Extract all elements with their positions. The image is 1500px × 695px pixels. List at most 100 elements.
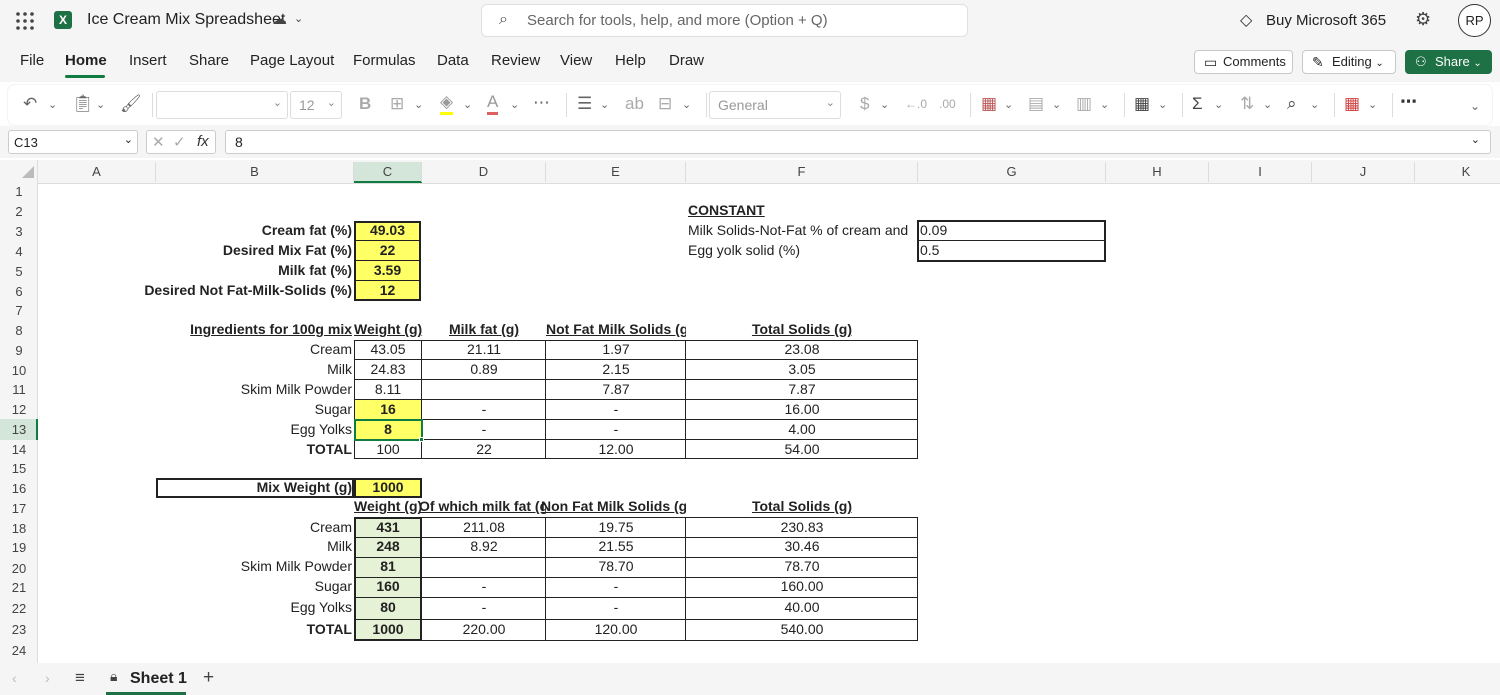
column-header-i[interactable]: I — [1209, 162, 1312, 182]
column-header-j[interactable]: J — [1312, 162, 1415, 182]
scroll-left-icon[interactable]: ‹ — [12, 670, 17, 686]
t1-weight[interactable]: 43.05 — [354, 340, 422, 359]
expand-chevron-icon[interactable]: ⌄ — [1471, 133, 1480, 146]
tab-help[interactable]: Help — [615, 52, 646, 69]
row-header-3[interactable]: 3 — [0, 222, 38, 242]
t1-snf[interactable]: 1.97 — [546, 340, 686, 359]
tab-view[interactable]: View — [560, 52, 592, 69]
wrap-text-icon[interactable]: ab — [625, 94, 644, 114]
row-header-20[interactable]: 20 — [0, 559, 38, 579]
t2-milkfat[interactable]: 220.00 — [422, 620, 546, 639]
t2-snf[interactable]: 78.70 — [546, 557, 686, 576]
cloud-save-icon[interactable]: ☁ — [272, 10, 287, 28]
addins-icon[interactable]: ▦ — [1344, 94, 1360, 114]
insert-chevron-icon[interactable]: ⌄ — [1158, 95, 1167, 115]
tab-data[interactable]: Data — [437, 52, 469, 69]
row-header-22[interactable]: 22 — [0, 599, 38, 619]
worksheet-grid[interactable]: A B C D E F G H I J K 1 2 3 4 5 6 7 8 9 … — [0, 160, 1500, 663]
column-header-g[interactable]: G — [918, 162, 1106, 182]
comments-button[interactable]: ▭ Comments — [1194, 50, 1293, 74]
t2-total[interactable]: 230.83 — [686, 518, 918, 537]
row-header-19[interactable]: 19 — [0, 538, 38, 558]
name-box[interactable]: C13 ⌄ — [8, 130, 138, 154]
row-header-5[interactable]: 5 — [0, 262, 38, 282]
align-icon[interactable]: ☰ — [577, 94, 592, 114]
t1-total[interactable]: 4.00 — [686, 420, 918, 439]
number-format-dropdown[interactable]: General ⌄ — [709, 91, 841, 119]
tab-page-layout[interactable]: Page Layout — [250, 52, 334, 69]
t1-total[interactable]: 7.87 — [686, 380, 918, 399]
sheet-tab-active[interactable]: 🔒︎ Sheet 1 — [106, 663, 187, 695]
find-icon[interactable]: ⌕ — [1287, 94, 1297, 114]
row-header-23[interactable]: 23 — [0, 620, 38, 640]
row-header-17[interactable]: 17 — [0, 499, 38, 519]
fill-chevron-icon[interactable]: ⌄ — [463, 95, 472, 115]
find-chevron-icon[interactable]: ⌄ — [1310, 95, 1319, 115]
t1-snf[interactable]: - — [546, 420, 686, 439]
cell-styles-icon[interactable]: ▥ — [1076, 94, 1092, 114]
borders-chevron-icon[interactable]: ⌄ — [414, 95, 423, 115]
t1-milkfat[interactable]: 21.11 — [422, 340, 546, 359]
document-title[interactable]: Ice Cream Mix Spreadsheet — [87, 11, 285, 29]
tab-insert[interactable]: Insert — [129, 52, 167, 69]
title-chevron-down-icon[interactable]: ⌄ — [294, 12, 303, 25]
constant-snf-value[interactable]: 0.09 — [920, 221, 947, 240]
settings-gear-icon[interactable]: ⚙ — [1415, 9, 1431, 30]
autosum-chevron-icon[interactable]: ⌄ — [1214, 95, 1223, 115]
conditional-format-icon[interactable]: ▦ — [981, 94, 997, 114]
conditional-chevron-icon[interactable]: ⌄ — [1004, 95, 1013, 115]
fill-color-icon[interactable]: ◈ — [440, 92, 454, 115]
cream-fat-input[interactable]: 49.03 — [354, 221, 421, 240]
search-box[interactable]: ⌕ Search for tools, help, and more (Opti… — [481, 4, 968, 37]
t1-snf[interactable]: 12.00 — [546, 440, 686, 459]
t1-weight[interactable]: 8 — [354, 420, 422, 439]
row-header-12[interactable]: 12 — [0, 400, 38, 420]
select-all-corner[interactable] — [22, 166, 34, 178]
t2-weight[interactable]: 80 — [354, 598, 422, 617]
bold-icon[interactable]: B — [359, 94, 371, 114]
t1-total[interactable]: 3.05 — [686, 360, 918, 379]
editing-button[interactable]: ✎ Editing ⌄ — [1302, 50, 1396, 74]
t2-snf[interactable]: 21.55 — [546, 537, 686, 556]
sort-chevron-icon[interactable]: ⌄ — [1263, 95, 1272, 115]
font-name-dropdown[interactable]: ⌄ — [156, 91, 288, 119]
all-sheets-menu-icon[interactable]: ≡ — [75, 668, 85, 688]
ribbon-collapse-icon[interactable]: ⌄ — [1470, 96, 1480, 116]
t1-total[interactable]: 54.00 — [686, 440, 918, 459]
desired-snf-input[interactable]: 12 — [354, 281, 421, 300]
row-header-4[interactable]: 4 — [0, 242, 38, 262]
row-header-7[interactable]: 7 — [0, 301, 38, 321]
t1-total[interactable]: 16.00 — [686, 400, 918, 419]
column-header-k[interactable]: K — [1415, 162, 1500, 182]
t2-milkfat[interactable]: - — [422, 598, 546, 617]
milk-fat-input[interactable]: 3.59 — [354, 261, 421, 280]
align-chevron-icon[interactable]: ⌄ — [600, 95, 609, 115]
t2-milkfat[interactable]: 211.08 — [422, 518, 546, 537]
more-font-icon[interactable]: ⋯ — [533, 93, 550, 113]
t1-milkfat[interactable]: - — [422, 420, 546, 439]
column-header-f[interactable]: F — [686, 162, 918, 182]
borders-icon[interactable]: ⊞ — [390, 94, 404, 114]
merge-icon[interactable]: ⊟ — [658, 94, 672, 114]
sort-filter-icon[interactable]: ⇅ — [1240, 94, 1254, 114]
confirm-icon[interactable]: ✓ — [173, 133, 186, 151]
t1-milkfat[interactable]: 22 — [422, 440, 546, 459]
formula-input[interactable]: 8 ⌄ — [225, 130, 1491, 154]
t1-weight[interactable]: 16 — [354, 400, 422, 419]
column-header-d[interactable]: D — [422, 162, 546, 182]
row-header-16[interactable]: 16 — [0, 479, 38, 499]
t1-milkfat[interactable]: 0.89 — [422, 360, 546, 379]
add-sheet-icon[interactable]: + — [203, 667, 214, 689]
row-header-2[interactable]: 2 — [0, 202, 38, 222]
t2-snf[interactable]: - — [546, 577, 686, 596]
t2-snf[interactable]: 19.75 — [546, 518, 686, 537]
t1-weight[interactable]: 24.83 — [354, 360, 422, 379]
format-painter-icon[interactable]: 🖌︎ — [120, 94, 142, 114]
mix-weight-input[interactable]: 1000 — [354, 478, 422, 497]
row-header-9[interactable]: 9 — [0, 341, 38, 361]
autosum-icon[interactable]: Σ — [1192, 94, 1203, 114]
t2-snf[interactable]: - — [546, 598, 686, 617]
currency-chevron-icon[interactable]: ⌄ — [880, 95, 889, 115]
tab-home[interactable]: Home — [65, 52, 107, 69]
cell-styles-chevron-icon[interactable]: ⌄ — [1100, 95, 1109, 115]
